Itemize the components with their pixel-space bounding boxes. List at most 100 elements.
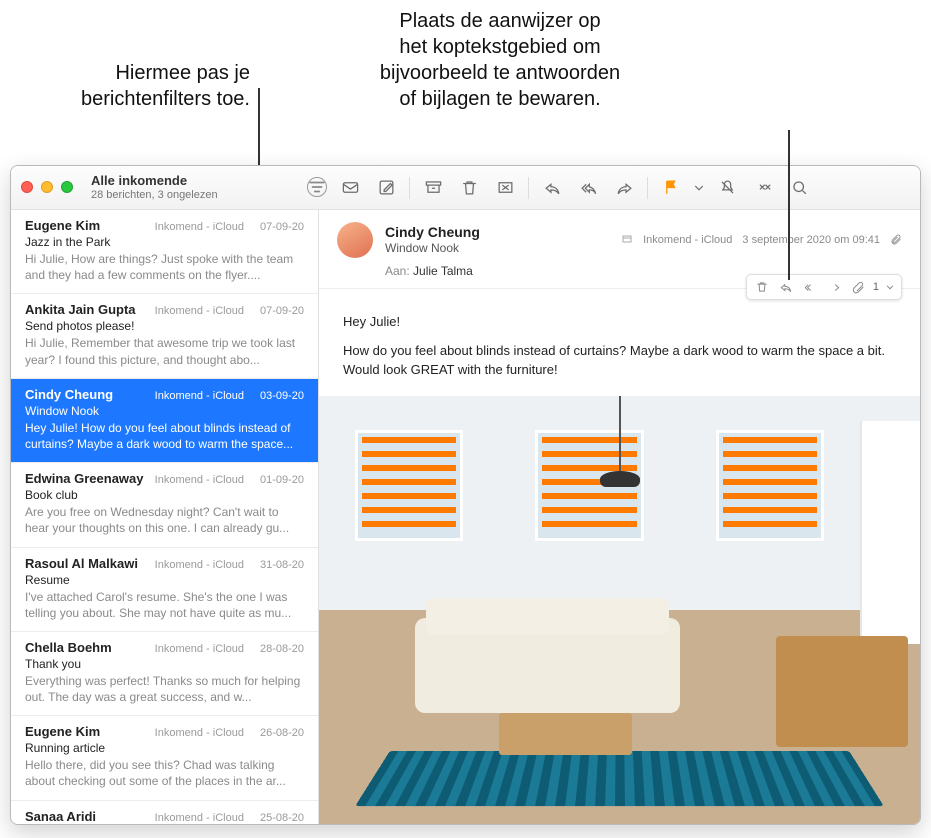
toolbar-separator xyxy=(647,177,648,199)
callout-header-hover-text: Plaats de aanwijzer op het koptekstgebie… xyxy=(380,10,620,110)
reply-all-button[interactable] xyxy=(571,174,605,202)
message-timestamp: 3 september 2020 om 09:41 xyxy=(742,234,880,246)
message-list-item[interactable]: Ankita Jain Gupta Inkomend - iCloud 07-09-… xyxy=(11,294,318,378)
message-subject: Window Nook xyxy=(385,241,480,256)
hover-forward-button[interactable] xyxy=(823,277,845,297)
msg-preview: Hi Julie, How are things? Just spoke wit… xyxy=(25,251,304,283)
attached-image xyxy=(319,396,920,824)
msg-date: 07-09-20 xyxy=(260,221,304,233)
hover-attachment-menu-button[interactable] xyxy=(883,277,897,297)
msg-subject: Send photos please! xyxy=(25,319,304,333)
message-list-item[interactable]: Eugene Kim Inkomend - iCloud 07-09-20 Jazz … xyxy=(11,210,318,294)
delete-button[interactable] xyxy=(452,174,486,202)
msg-from: Eugene Kim xyxy=(25,724,100,739)
mute-button[interactable] xyxy=(710,174,744,202)
hover-reply-button[interactable] xyxy=(775,277,797,297)
flag-menu-button[interactable] xyxy=(690,174,708,202)
msg-mailbox: Inkomend - iCloud xyxy=(155,305,244,317)
mailbox-name: Alle inkomende xyxy=(91,174,291,188)
msg-date: 07-09-20 xyxy=(260,305,304,317)
msg-preview: Hi Julie, Remember that awesome trip we … xyxy=(25,335,304,367)
msg-subject: Running article xyxy=(25,741,304,755)
toolbar xyxy=(327,174,910,202)
annotations: Hiermee pas je berichtenfilters toe. Pla… xyxy=(0,0,931,170)
titlebar: Alle inkomende 28 berichten, 3 ongelezen xyxy=(11,166,920,210)
message-body: Hey Julie! How do you feel about blinds … xyxy=(319,289,920,390)
filter-icon xyxy=(308,178,326,196)
mailbox-icon xyxy=(621,233,633,248)
message-list-item[interactable]: Sanaa AridiInkomend - iCloud25-08-20Dese… xyxy=(11,801,318,824)
junk-button[interactable] xyxy=(488,174,522,202)
msg-date: 31-08-20 xyxy=(260,559,304,571)
attachment-count: 1 xyxy=(871,281,881,293)
minimize-window-button[interactable] xyxy=(41,181,53,193)
callout-filters-line xyxy=(258,88,260,166)
get-mail-button[interactable] xyxy=(333,174,367,202)
zoom-window-button[interactable] xyxy=(61,181,73,193)
message-list-item[interactable]: Chella Boehm Inkomend - iCloud 28-08-20 Tha… xyxy=(11,632,318,716)
msg-preview: I've attached Carol's resume. She's the … xyxy=(25,589,304,621)
body-text: How do you feel about blinds instead of … xyxy=(343,342,896,380)
msg-mailbox: Inkomend - iCloud xyxy=(155,474,244,486)
toolbar-separator xyxy=(528,177,529,199)
msg-mailbox: Inkomend - iCloud xyxy=(155,390,244,402)
window-controls xyxy=(21,181,73,193)
msg-subject: Jazz in the Park xyxy=(25,235,304,249)
msg-from: Edwina Greenaway xyxy=(25,471,144,486)
reply-button[interactable] xyxy=(535,174,569,202)
msg-subject: Book club xyxy=(25,488,304,502)
filter-button[interactable] xyxy=(307,177,327,197)
more-button[interactable] xyxy=(746,174,780,202)
sender-avatar xyxy=(337,222,373,258)
msg-from: Cindy Cheung xyxy=(25,387,113,402)
msg-mailbox: Inkomend - iCloud xyxy=(155,812,244,824)
reading-pane: Cindy Cheung Window Nook Inkomend - iClo… xyxy=(319,210,920,824)
msg-date: 28-08-20 xyxy=(260,643,304,655)
msg-mailbox: Inkomend - iCloud xyxy=(155,221,244,233)
forward-button[interactable] xyxy=(607,174,641,202)
msg-mailbox: Inkomend - iCloud xyxy=(155,643,244,655)
msg-from: Sanaa Aridi xyxy=(25,809,96,824)
msg-from: Eugene Kim xyxy=(25,218,100,233)
msg-preview: Are you free on Wednesday night? Can't w… xyxy=(25,504,304,536)
message-mailbox: Inkomend - iCloud xyxy=(643,234,732,246)
toolbar-separator xyxy=(409,177,410,199)
to-label: Aan: xyxy=(385,264,410,278)
archive-button[interactable] xyxy=(416,174,450,202)
msg-from: Ankita Jain Gupta xyxy=(25,302,136,317)
msg-date: 03-09-20 xyxy=(260,390,304,402)
message-list-item[interactable]: Rasoul Al Malkawi Inkomend - iCloud 31-08-… xyxy=(11,548,318,632)
header-hover-toolbar: 1 xyxy=(746,274,902,300)
compose-button[interactable] xyxy=(369,174,403,202)
body-greeting: Hey Julie! xyxy=(343,313,896,332)
msg-preview: Hey Julie! How do you feel about blinds … xyxy=(25,420,304,452)
hover-delete-button[interactable] xyxy=(751,277,773,297)
sender-name: Cindy Cheung xyxy=(385,224,480,242)
hover-attachment-button[interactable] xyxy=(847,277,869,297)
callout-filters: Hiermee pas je berichtenfilters toe. xyxy=(10,60,250,112)
message-list-item[interactable]: Edwina Greenaway Inkomend - iCloud 01-09-2… xyxy=(11,463,318,547)
msg-preview: Hello there, did you see this? Chad was … xyxy=(25,757,304,789)
mailbox-status: 28 berichten, 3 ongelezen xyxy=(91,189,291,201)
mail-window: Alle inkomende 28 berichten, 3 ongelezen xyxy=(10,165,921,825)
message-header: Cindy Cheung Window Nook Inkomend - iClo… xyxy=(319,210,920,289)
message-list[interactable]: Eugene Kim Inkomend - iCloud 07-09-20 Jazz … xyxy=(11,210,319,824)
msg-preview: Everything was perfect! Thanks so much f… xyxy=(25,673,304,705)
msg-subject: Window Nook xyxy=(25,404,304,418)
msg-subject: Thank you xyxy=(25,657,304,671)
msg-date: 25-08-20 xyxy=(260,812,304,824)
message-list-item[interactable]: Cindy Cheung Inkomend - iCloud 03-09-20 Win… xyxy=(11,379,318,463)
msg-subject: Resume xyxy=(25,573,304,587)
message-list-item[interactable]: Eugene KimInkomend - iCloud26-08-20Runni… xyxy=(11,716,318,800)
attachment-icon xyxy=(890,233,902,248)
hover-reply-all-button[interactable] xyxy=(799,277,821,297)
callout-filters-text: Hiermee pas je berichtenfilters toe. xyxy=(81,62,250,110)
msg-from: Chella Boehm xyxy=(25,640,112,655)
msg-mailbox: Inkomend - iCloud xyxy=(155,559,244,571)
msg-from: Rasoul Al Malkawi xyxy=(25,556,138,571)
to-value: Julie Talma xyxy=(413,264,473,278)
msg-mailbox: Inkomend - iCloud xyxy=(155,727,244,739)
msg-date: 01-09-20 xyxy=(260,474,304,486)
flag-button[interactable] xyxy=(654,174,688,202)
close-window-button[interactable] xyxy=(21,181,33,193)
